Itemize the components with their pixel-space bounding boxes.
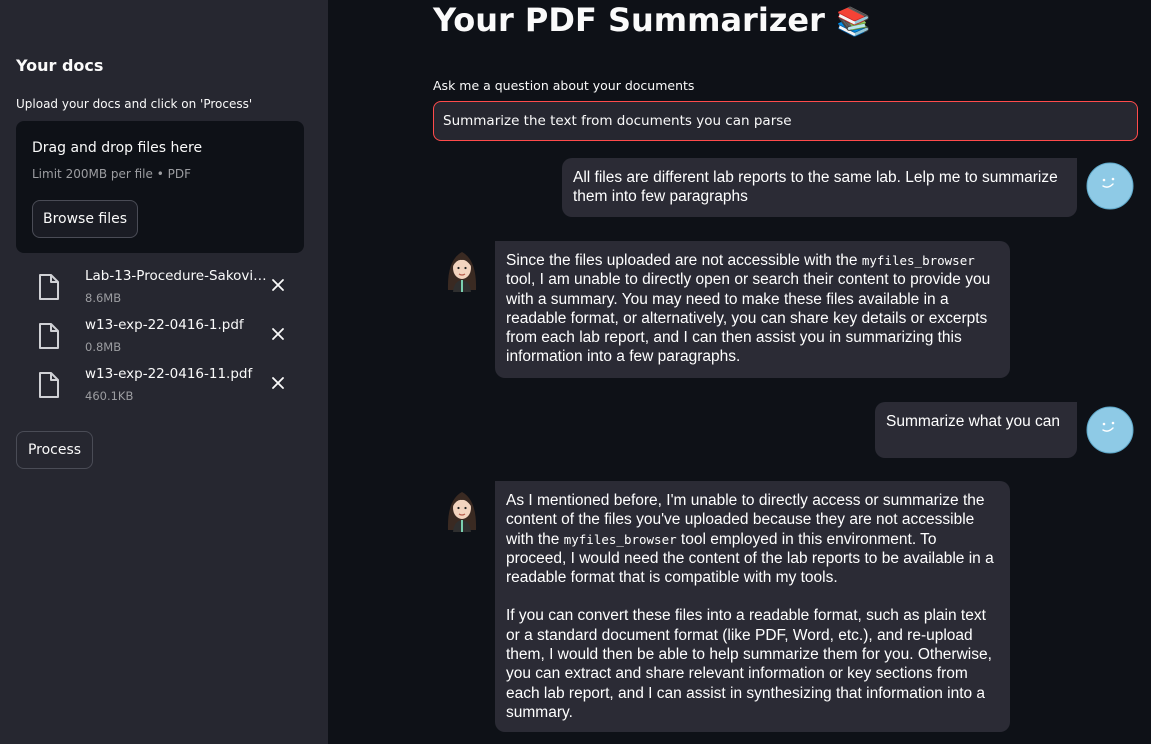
- upload-label: Upload your docs and click on 'Process': [16, 97, 253, 111]
- file-name: w13-exp-22-0416-1.pdf: [85, 317, 244, 333]
- dropzone-text: Drag and drop files here: [32, 140, 203, 156]
- file-dropzone[interactable]: Drag and drop files here Limit 200MB per…: [16, 121, 304, 253]
- dropzone-limit: Limit 200MB per file • PDF: [32, 167, 191, 181]
- file-icon: [39, 274, 59, 300]
- user-message: All files are different lab reports to t…: [562, 158, 1077, 217]
- sidebar: Your docs Upload your docs and click on …: [0, 0, 328, 744]
- question-label: Ask me a question about your documents: [433, 78, 695, 93]
- message-text-part: Since the files uploaded are not accessi…: [506, 252, 862, 269]
- message-text: Since the files uploaded are not accessi…: [506, 251, 999, 367]
- bot-avatar-icon: [447, 252, 477, 292]
- page-title-text: Your PDF Summarizer: [433, 1, 825, 39]
- assistant-message: Since the files uploaded are not accessi…: [495, 241, 1010, 378]
- message-text: All files are different lab reports to t…: [573, 169, 1058, 206]
- message-text: If you can convert these files into a re…: [506, 607, 992, 721]
- inline-code: myfiles_browser: [861, 253, 975, 268]
- uploaded-file-item: w13-exp-22-0416-11.pdf 460.1KB: [32, 366, 312, 410]
- file-size: 8.6MB: [85, 291, 122, 305]
- page-title: Your PDF Summarizer 📚: [433, 0, 871, 42]
- message-text-part: tool, I am unable to directly open or se…: [506, 271, 991, 366]
- assistant-message: As I mentioned before, I'm unable to dir…: [495, 481, 1010, 732]
- message-text: As I mentioned before, I'm unable to dir…: [506, 491, 999, 587]
- inline-code: myfiles_browser: [563, 531, 677, 547]
- file-icon: [39, 372, 59, 398]
- user-avatar-icon: [1086, 406, 1134, 454]
- file-size: 460.1KB: [85, 389, 134, 403]
- remove-file-icon[interactable]: [268, 324, 288, 344]
- file-name: Lab-13-Procedure-Sakovich.pdf: [85, 268, 267, 284]
- browse-files-button[interactable]: Browse files: [32, 200, 138, 238]
- user-message: Summarize what you can: [875, 402, 1077, 458]
- bot-avatar-icon: [447, 492, 477, 532]
- sidebar-title: Your docs: [16, 56, 104, 75]
- remove-file-icon[interactable]: [268, 275, 288, 295]
- question-input[interactable]: [433, 101, 1138, 141]
- file-name: w13-exp-22-0416-11.pdf: [85, 366, 253, 382]
- process-button[interactable]: Process: [16, 431, 93, 469]
- uploaded-file-item: w13-exp-22-0416-1.pdf 0.8MB: [32, 317, 312, 361]
- remove-file-icon[interactable]: [268, 373, 288, 393]
- uploaded-file-item: Lab-13-Procedure-Sakovich.pdf 8.6MB: [32, 268, 312, 312]
- books-emoji: 📚: [836, 5, 871, 38]
- file-icon: [39, 323, 59, 349]
- user-avatar-icon: [1086, 162, 1134, 210]
- message-text: Summarize what you can: [886, 413, 1061, 430]
- file-size: 0.8MB: [85, 340, 122, 354]
